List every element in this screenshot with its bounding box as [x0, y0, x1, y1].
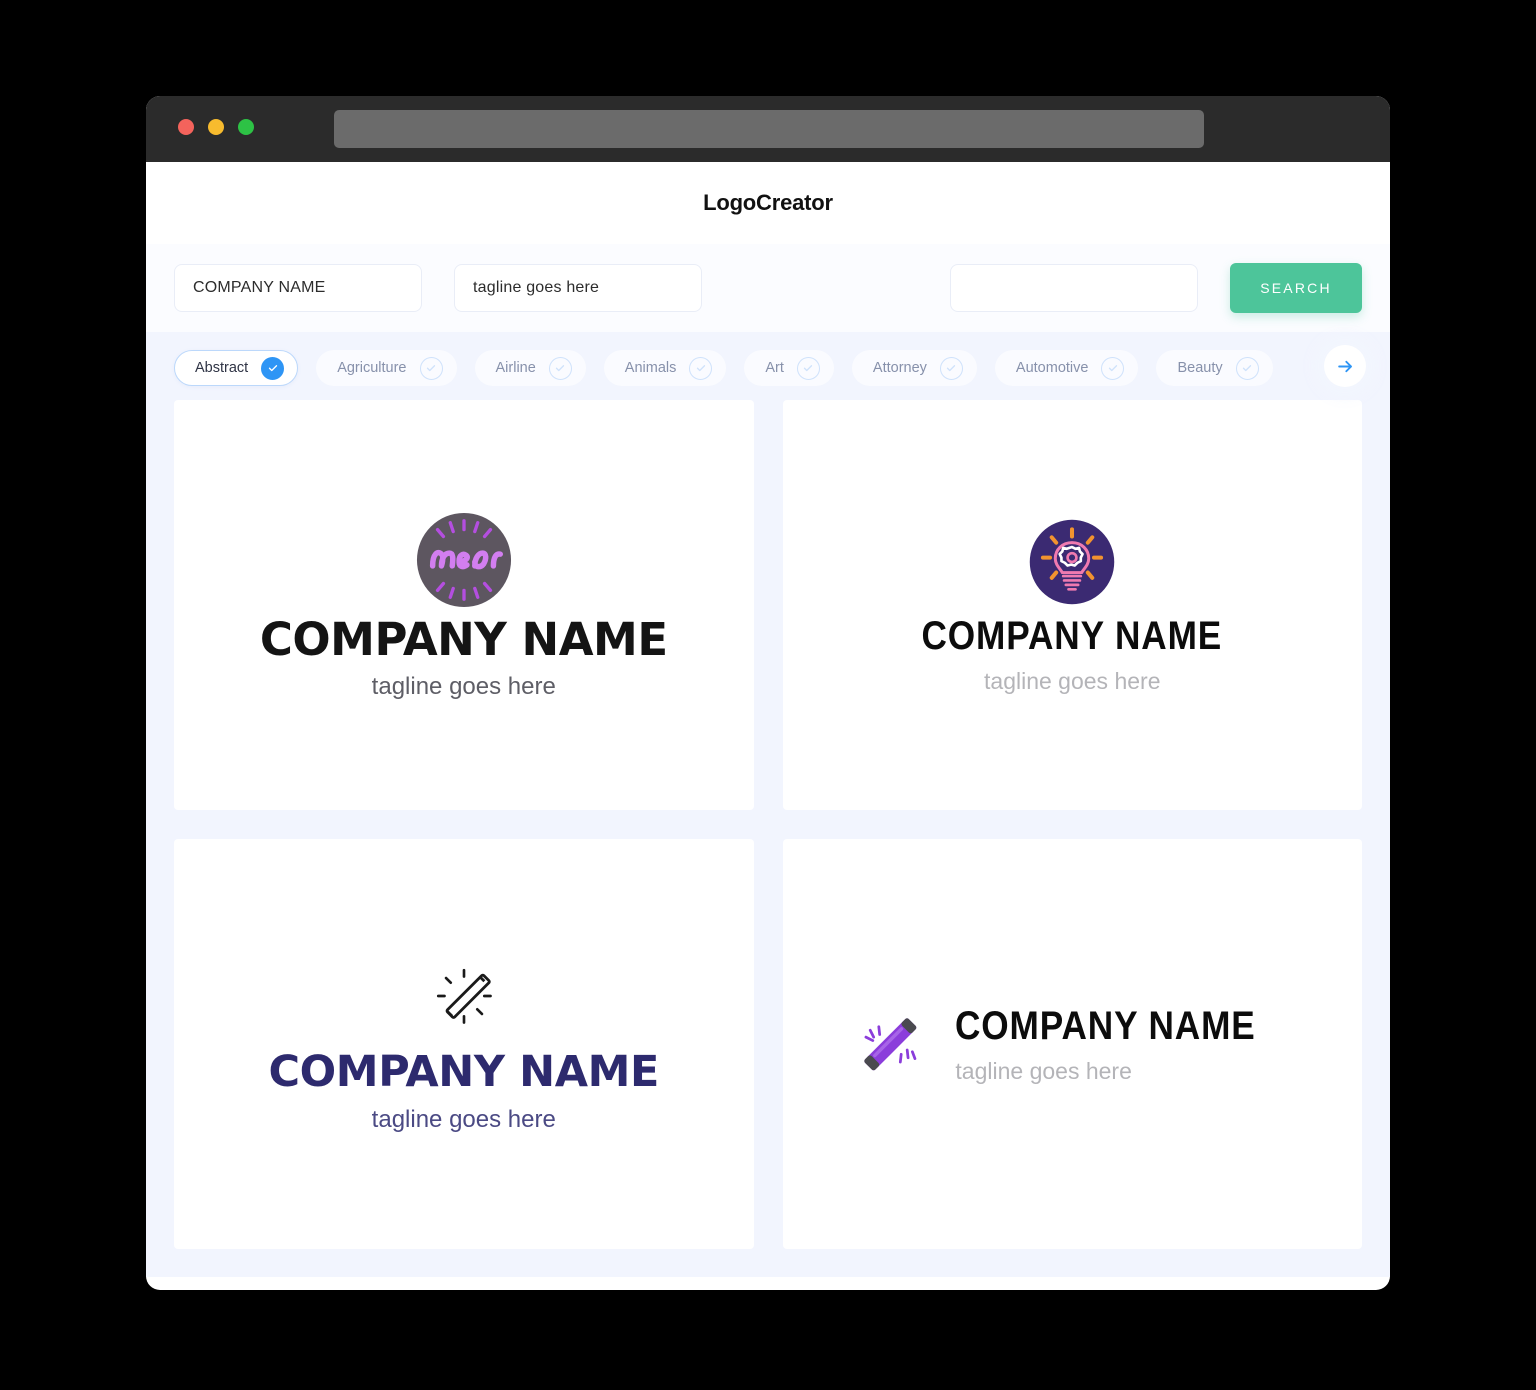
close-button[interactable] [178, 119, 194, 135]
logo-card[interactable]: COMPANY NAME tagline goes here [782, 839, 1362, 1249]
logo-tagline: tagline goes here [955, 1057, 1132, 1084]
neon-tube-outline-icon [436, 968, 492, 1024]
check-circle-icon[interactable] [796, 356, 820, 380]
minimize-button[interactable] [208, 119, 224, 135]
logo-company-name: COMPANY NAME [259, 613, 668, 666]
category-chip-animals[interactable]: Animals [603, 350, 727, 386]
category-chip-abstract[interactable]: Abstract [174, 350, 299, 386]
category-chip-art[interactable]: Art [744, 350, 834, 386]
category-chip-label: Abstract [195, 360, 249, 376]
logo-preview: COMPANY NAME tagline goes here [269, 957, 659, 1132]
logo-preview: COMPANY NAME tagline goes here [901, 518, 1243, 693]
logo-card[interactable]: COMPANY NAME tagline goes here [174, 400, 754, 810]
logo-company-name: COMPANY NAME [955, 1003, 1257, 1048]
category-chip-label: Art [765, 360, 784, 376]
maximize-button[interactable] [238, 119, 254, 135]
browser-titlebar [146, 96, 1390, 162]
window-controls [178, 119, 254, 135]
category-chip-label: Agriculture [337, 360, 407, 376]
category-chip-beauty[interactable]: Beauty [1156, 350, 1273, 386]
search-button[interactable]: SEARCH [1230, 263, 1362, 313]
check-circle-icon[interactable] [548, 356, 572, 380]
logo-tagline: tagline goes here [371, 673, 556, 700]
logo-results-grid: COMPANY NAME tagline goes here COMPANY N… [146, 400, 1390, 1277]
check-circle-icon[interactable] [689, 356, 713, 380]
logo-company-name: COMPANY NAME [268, 1046, 660, 1097]
logo-company-name: COMPANY NAME [921, 613, 1223, 658]
neon-circle-badge-icon [416, 512, 511, 608]
logo-preview: COMPANY NAME tagline goes here [847, 1001, 1297, 1087]
category-chip-automotive[interactable]: Automotive [994, 350, 1139, 386]
category-filter-bar: Abstract Agriculture Airline Animals Art Atto… [146, 332, 1390, 400]
category-chip-label: Attorney [872, 360, 927, 376]
screenshot-root: LogoCreator COMPANY NAME tagline goes he… [0, 0, 1536, 1390]
lightbulb-gear-circle-icon [1030, 519, 1115, 604]
logo-card[interactable]: COMPANY NAME tagline goes here [782, 400, 1362, 810]
check-circle-icon[interactable] [1235, 356, 1259, 380]
category-chip-label: Animals [624, 360, 677, 376]
logo-card[interactable]: COMPANY NAME tagline goes here [174, 839, 754, 1249]
neon-tube-purple-icon [864, 1018, 917, 1071]
tagline-input[interactable]: tagline goes here [454, 264, 702, 312]
url-bar[interactable] [334, 110, 1204, 148]
logo-preview: COMPANY NAME tagline goes here [260, 511, 668, 699]
category-chip-airline[interactable]: Airline [474, 350, 586, 386]
logo-tagline: tagline goes here [371, 1105, 556, 1133]
check-circle-icon[interactable] [1101, 356, 1125, 380]
keyword-input[interactable] [950, 264, 1198, 312]
categories-next-button[interactable] [1324, 345, 1366, 387]
check-circle-icon[interactable] [939, 356, 963, 380]
category-chip-agriculture[interactable]: Agriculture [316, 350, 457, 386]
check-circle-icon[interactable] [419, 356, 443, 380]
category-chip-label: Automotive [1015, 360, 1089, 376]
app-header: LogoCreator [146, 162, 1390, 244]
category-chip-list: Abstract Agriculture Airline Animals Art Atto… [146, 350, 1390, 386]
logo-tagline: tagline goes here [984, 667, 1161, 694]
arrow-right-icon [1337, 360, 1352, 372]
company-name-input[interactable]: COMPANY NAME [174, 264, 422, 312]
search-toolbar: COMPANY NAME tagline goes here SEARCH [146, 244, 1390, 332]
check-circle-icon[interactable] [261, 356, 285, 380]
category-chip-label: Airline [495, 360, 536, 376]
category-chip-attorney[interactable]: Attorney [851, 350, 977, 386]
category-chip-label: Beauty [1177, 360, 1223, 376]
app-title: LogoCreator [703, 190, 833, 215]
browser-window: LogoCreator COMPANY NAME tagline goes he… [146, 96, 1390, 1290]
